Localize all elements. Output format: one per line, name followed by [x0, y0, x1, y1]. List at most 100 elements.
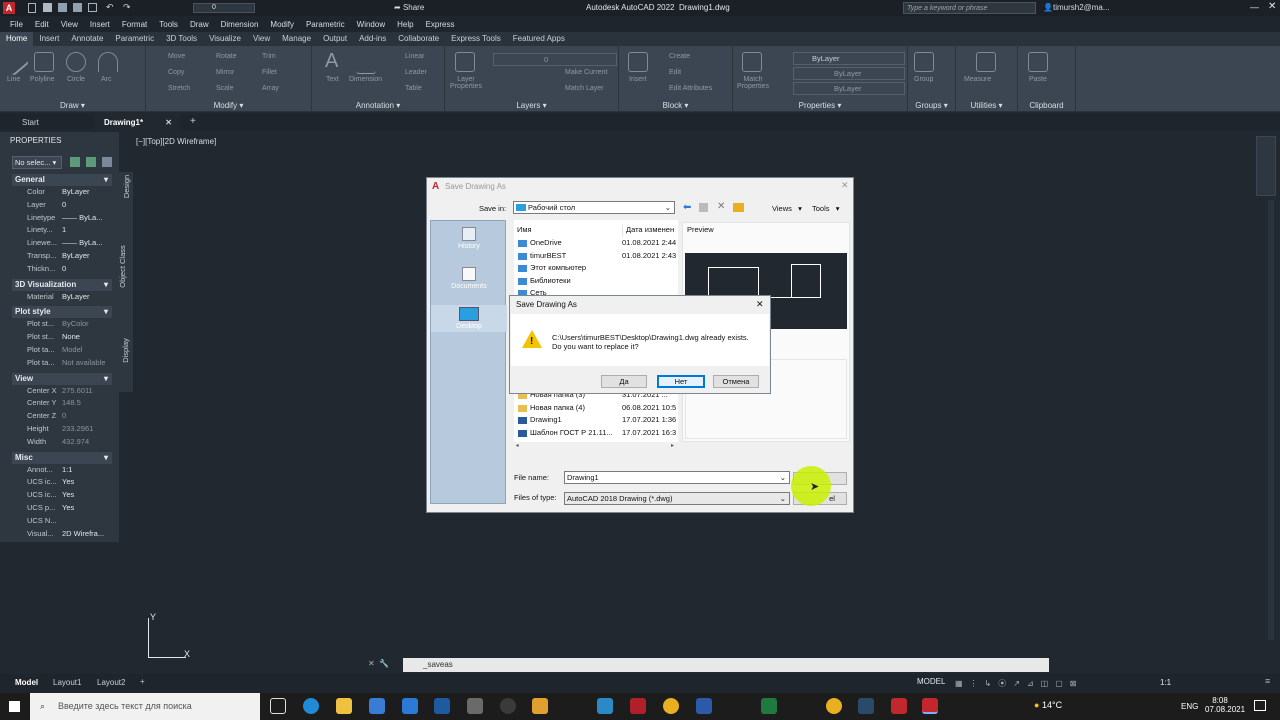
file-row[interactable]: Библиотеки	[514, 276, 678, 288]
color-dropdown[interactable]: ByLayer	[793, 52, 905, 65]
tab-start[interactable]: Start	[22, 118, 39, 127]
property-row[interactable]: Material ByLayer	[0, 292, 112, 305]
property-row[interactable]: Visual... 2D Wirefra...	[0, 529, 112, 542]
property-row[interactable]: UCS ic... Yes	[0, 490, 112, 503]
app-d-icon[interactable]	[630, 698, 646, 714]
tab-express-tools[interactable]: Express Tools	[445, 32, 507, 46]
edit-tool[interactable]: Edit	[669, 69, 681, 76]
views-menu[interactable]: Views ▾	[772, 204, 802, 213]
tools-menu[interactable]: Tools ▾	[812, 204, 840, 213]
copy-tool[interactable]: Copy	[168, 69, 184, 76]
no-button[interactable]: Нет	[657, 375, 705, 388]
side-tab-design[interactable]: Design	[122, 175, 131, 198]
layout-tab-layout2[interactable]: Layout2	[97, 678, 125, 687]
prop-section-header[interactable]: Plot style ▾	[12, 306, 112, 319]
menu-tools[interactable]: Tools	[159, 20, 178, 29]
collapse-icon[interactable]: ▾	[104, 306, 108, 318]
create-tool[interactable]: Create	[669, 53, 690, 60]
menu-draw[interactable]: Draw	[190, 20, 209, 29]
file-row[interactable]: Этот компьютер	[514, 263, 678, 275]
notifications-icon[interactable]	[1254, 700, 1266, 711]
paste-icon[interactable]	[1028, 52, 1048, 72]
group-icon[interactable]	[914, 52, 934, 72]
new-folder-icon[interactable]	[733, 203, 744, 212]
mail-icon[interactable]	[402, 698, 418, 714]
app-red-icon[interactable]	[891, 698, 907, 714]
saveas-icon[interactable]	[73, 3, 82, 12]
circle-icon[interactable]	[66, 52, 86, 72]
tab-drawing1[interactable]: Drawing1* ✕	[94, 114, 180, 130]
language-indicator[interactable]: ENG	[1181, 702, 1198, 711]
collapse-icon[interactable]: ▾	[104, 174, 108, 186]
layout-tab-layout1[interactable]: Layout1	[53, 678, 81, 687]
revit-icon[interactable]	[434, 698, 450, 714]
properties-panel-label[interactable]: Properties ▾	[733, 101, 907, 110]
collapse-icon[interactable]: ▾	[104, 279, 108, 291]
trim-tool[interactable]: Trim	[262, 53, 276, 60]
linetype-dropdown[interactable]: ByLayer	[793, 82, 905, 95]
minimize-button[interactable]: —	[1250, 2, 1259, 12]
share-button[interactable]: ➦ Share	[394, 3, 424, 12]
tab-featured-apps[interactable]: Featured Apps	[507, 32, 571, 46]
file-name-input[interactable]: Drawing1 ⌄	[564, 471, 790, 484]
column-header-name[interactable]: Имя	[517, 225, 532, 237]
up-folder-icon[interactable]	[699, 203, 708, 212]
block-panel-label[interactable]: Block ▾	[619, 101, 732, 110]
prop-section-header[interactable]: 3D Visualization ▾	[12, 278, 112, 291]
place-documents[interactable]: Documents	[431, 267, 507, 290]
tab-manage[interactable]: Manage	[276, 32, 317, 46]
groups-panel-label[interactable]: Groups ▾	[908, 101, 955, 110]
place-history[interactable]: History	[431, 227, 507, 250]
weather-widget[interactable]: ● 14°C	[1034, 700, 1062, 710]
prop-section-header[interactable]: General ▾	[12, 174, 112, 186]
app-w-icon[interactable]	[467, 698, 483, 714]
property-row[interactable]: Width 432.974	[0, 437, 112, 450]
redo-icon[interactable]: ↷	[123, 3, 131, 12]
menu-modify[interactable]: Modify	[270, 20, 294, 29]
utilities-panel-label[interactable]: Utilities ▾	[956, 101, 1017, 110]
property-row[interactable]: Center Y 148.5	[0, 398, 112, 411]
lineweight-dropdown[interactable]: ByLayer	[793, 67, 905, 80]
menu-insert[interactable]: Insert	[90, 20, 110, 29]
modify-panel-label[interactable]: Modify ▾	[146, 101, 311, 110]
property-row[interactable]: Center X 275.6011	[0, 386, 112, 399]
menu-format[interactable]: Format	[122, 20, 147, 29]
property-row[interactable]: Plot ta... Not available	[0, 358, 112, 371]
help-search-input[interactable]: Type a keyword or phrase	[903, 2, 1036, 14]
leader-tool[interactable]: Leader	[405, 69, 427, 76]
menu-help[interactable]: Help	[397, 20, 413, 29]
property-row[interactable]: UCS p... Yes	[0, 503, 112, 516]
move-tool[interactable]: Move	[168, 53, 185, 60]
tab-3d-tools[interactable]: 3D Tools	[160, 32, 203, 46]
file-type-dropdown[interactable]: AutoCAD 2018 Drawing (*.dwg) ⌄	[564, 492, 790, 505]
layers-panel-label[interactable]: Layers ▾	[445, 101, 618, 110]
pickadd-icon[interactable]	[102, 157, 112, 167]
property-row[interactable]: Thickn... 0	[0, 264, 112, 277]
scale-tool[interactable]: Scale	[216, 85, 234, 92]
table-tool[interactable]: Table	[405, 85, 422, 92]
text-icon[interactable]: A	[325, 50, 338, 73]
collapse-icon[interactable]: ▾	[104, 452, 108, 464]
selection-dropdown[interactable]: No selec... ▾	[12, 156, 62, 169]
select-objects-icon[interactable]	[86, 157, 96, 167]
dimension-icon[interactable]	[356, 54, 376, 74]
dialog-close-icon[interactable]: ✕	[841, 180, 849, 191]
file-row[interactable]: timurBEST 01.08.2021 2:43	[514, 251, 678, 263]
file-row[interactable]: OneDrive 01.08.2021 2:44	[514, 238, 678, 250]
side-tab-object-class[interactable]: Object Class	[118, 245, 127, 288]
file-row[interactable]: Новая папка (4) 06.08.2021 10:5	[514, 403, 678, 415]
menu-express[interactable]: Express	[426, 20, 455, 29]
chrome2-icon[interactable]	[826, 698, 842, 714]
tab-visualize[interactable]: Visualize	[203, 32, 247, 46]
menu-edit[interactable]: Edit	[35, 20, 49, 29]
make-current-tool[interactable]: Make Current	[565, 69, 607, 76]
match-properties-icon[interactable]	[742, 52, 762, 72]
layout-tab-model[interactable]: Model	[15, 678, 38, 687]
property-row[interactable]: Transp... ByLayer	[0, 251, 112, 264]
edit-attributes-tool[interactable]: Edit Attributes	[669, 85, 712, 92]
layer-dropdown[interactable]: 0	[193, 3, 255, 13]
yes-button[interactable]: Да	[601, 375, 647, 388]
command-line[interactable]: _saveas	[403, 658, 1049, 672]
new-icon[interactable]	[28, 3, 36, 13]
property-row[interactable]: Linewe... —— ByLa...	[0, 238, 112, 251]
